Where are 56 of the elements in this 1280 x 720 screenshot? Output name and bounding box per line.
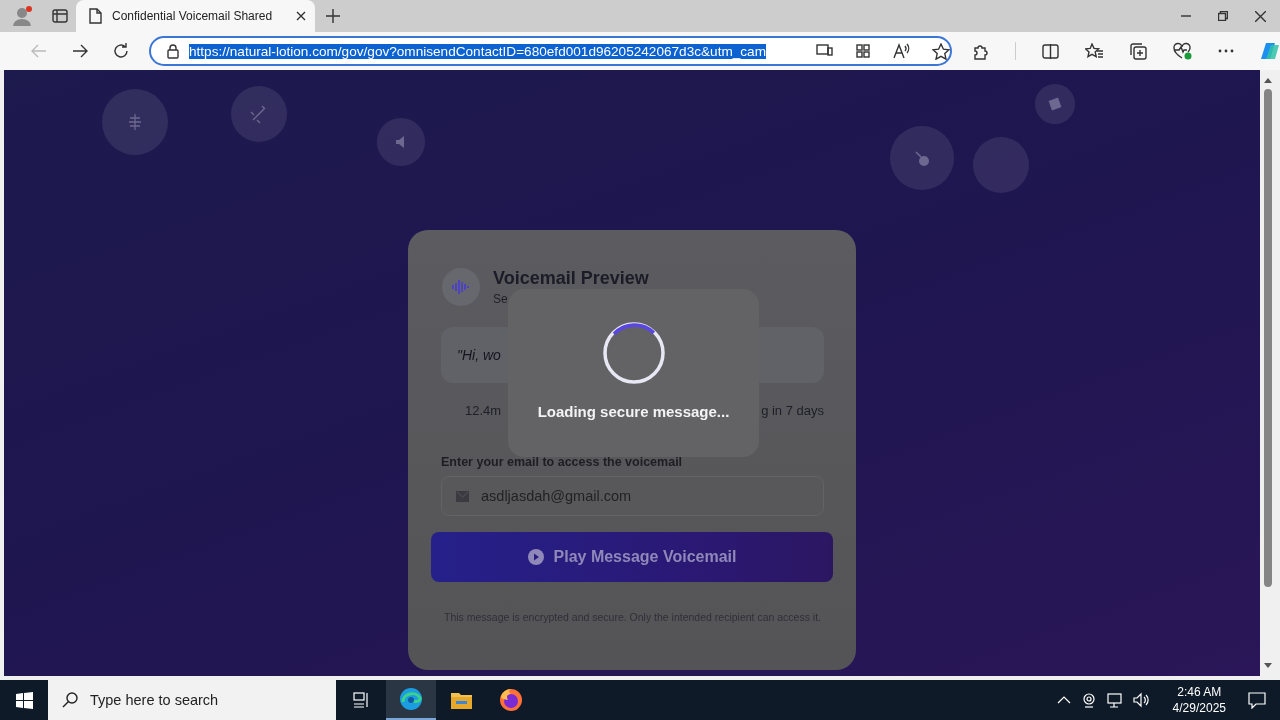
browser-health-icon[interactable]	[1173, 42, 1192, 60]
play-button[interactable]: Play Message Voicemail	[431, 532, 833, 582]
split-screen-icon[interactable]	[1042, 42, 1059, 60]
network-icon[interactable]	[1106, 692, 1123, 708]
refresh-icon[interactable]	[111, 42, 130, 60]
forward-icon[interactable]	[70, 42, 89, 60]
apps-icon[interactable]	[855, 42, 871, 59]
webcam-icon[interactable]	[1080, 692, 1097, 708]
message-expiry: g in 7 days	[761, 403, 824, 418]
card-title: Voicemail Preview	[493, 267, 649, 289]
notification-icon[interactable]	[1248, 691, 1266, 709]
volume-icon[interactable]	[1132, 692, 1149, 708]
scroll-down-icon[interactable]	[1263, 661, 1273, 670]
close-icon[interactable]	[295, 10, 307, 22]
document-icon	[88, 8, 102, 24]
taskbar-search-box[interactable]: Type here to search	[48, 680, 336, 720]
devices-icon[interactable]	[816, 42, 833, 57]
email-label: Enter your email to access the voicemail	[441, 455, 684, 469]
close-icon[interactable]	[1255, 10, 1266, 22]
read-aloud-icon[interactable]	[893, 42, 910, 59]
taskbar-clock[interactable]: 2:46 AM 4/29/2025	[1172, 684, 1226, 716]
profile-icon[interactable]	[12, 6, 32, 26]
scroll-up-icon[interactable]	[1263, 76, 1273, 85]
play-icon	[527, 549, 544, 565]
search-icon	[62, 692, 78, 708]
copilot-icon[interactable]	[1260, 41, 1280, 61]
chevron-up-icon[interactable]	[1056, 695, 1071, 705]
card-subtitle: Se	[493, 292, 509, 306]
favorites-icon[interactable]	[1085, 43, 1104, 59]
address-bar[interactable]: https://natural-lotion.com/gov/gov?omnisendContactID=680efd001d96205242067d3c&utm_cam	[149, 36, 952, 66]
decorative-bubble	[890, 126, 954, 190]
favorite-star-icon[interactable]	[932, 42, 950, 60]
browser-tab[interactable]: Confidential Voicemail Shared	[76, 0, 315, 32]
edge-taskbar-button[interactable]	[386, 680, 436, 720]
decorative-bubble	[1035, 84, 1075, 124]
task-view-icon[interactable]	[353, 692, 369, 708]
lock-icon	[167, 43, 179, 59]
message-quote: "Hi, wo	[457, 347, 501, 363]
decorative-bubble	[231, 86, 287, 142]
restore-icon[interactable]	[1218, 10, 1228, 21]
loading-spinner-icon	[601, 321, 666, 385]
collections-icon[interactable]	[1130, 42, 1147, 60]
edge-browser-icon	[399, 687, 423, 711]
mail-icon	[456, 489, 469, 503]
message-duration: 12.4m	[465, 403, 502, 418]
more-icon[interactable]	[1218, 48, 1234, 54]
decorative-bubble	[102, 89, 168, 155]
new-tab-icon[interactable]	[326, 9, 340, 23]
tab-actions-icon[interactable]	[52, 8, 68, 24]
extensions-icon[interactable]	[972, 42, 989, 60]
firefox-icon[interactable]	[499, 688, 523, 712]
loading-message: Loading secure message...	[537, 403, 730, 420]
scrollbar-thumb[interactable]	[1264, 89, 1272, 587]
windows-start-icon[interactable]	[15, 691, 33, 709]
decorative-bubble	[377, 118, 425, 166]
audio-wave-icon	[441, 267, 481, 307]
